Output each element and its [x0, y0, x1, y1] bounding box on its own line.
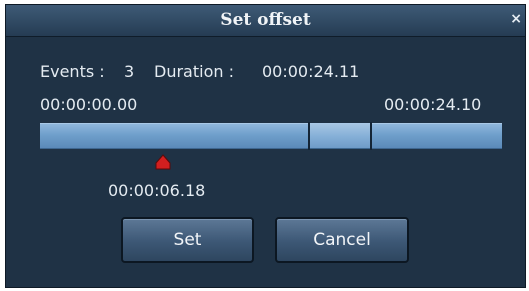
timeline-selected-segment: [309, 124, 371, 148]
timeline-end-time: 00:00:24.10: [384, 95, 482, 114]
set-button[interactable]: Set: [121, 217, 254, 263]
set-button-label: Set: [173, 230, 202, 250]
timeline-event-marker: [370, 122, 372, 150]
timeline-track[interactable]: [40, 122, 502, 150]
cursor-time: 00:00:06.18: [108, 181, 206, 200]
dialog-titlebar[interactable]: Set offset ×: [6, 5, 525, 37]
close-icon[interactable]: ×: [510, 11, 522, 27]
events-value: 3: [124, 62, 135, 81]
cancel-button-label: Cancel: [313, 230, 371, 250]
cancel-button[interactable]: Cancel: [275, 217, 409, 263]
events-label: Events :: [40, 62, 105, 81]
duration-value: 00:00:24.11: [262, 62, 360, 81]
timeline-event-marker: [308, 122, 310, 150]
cursor-marker-icon[interactable]: [154, 154, 172, 170]
set-offset-dialog: Set offset × Events : 3 Duration : 00:00…: [5, 4, 526, 288]
duration-label: Duration :: [154, 62, 234, 81]
dialog-title: Set offset: [220, 10, 311, 30]
timeline-start-time: 00:00:00.00: [40, 95, 138, 114]
